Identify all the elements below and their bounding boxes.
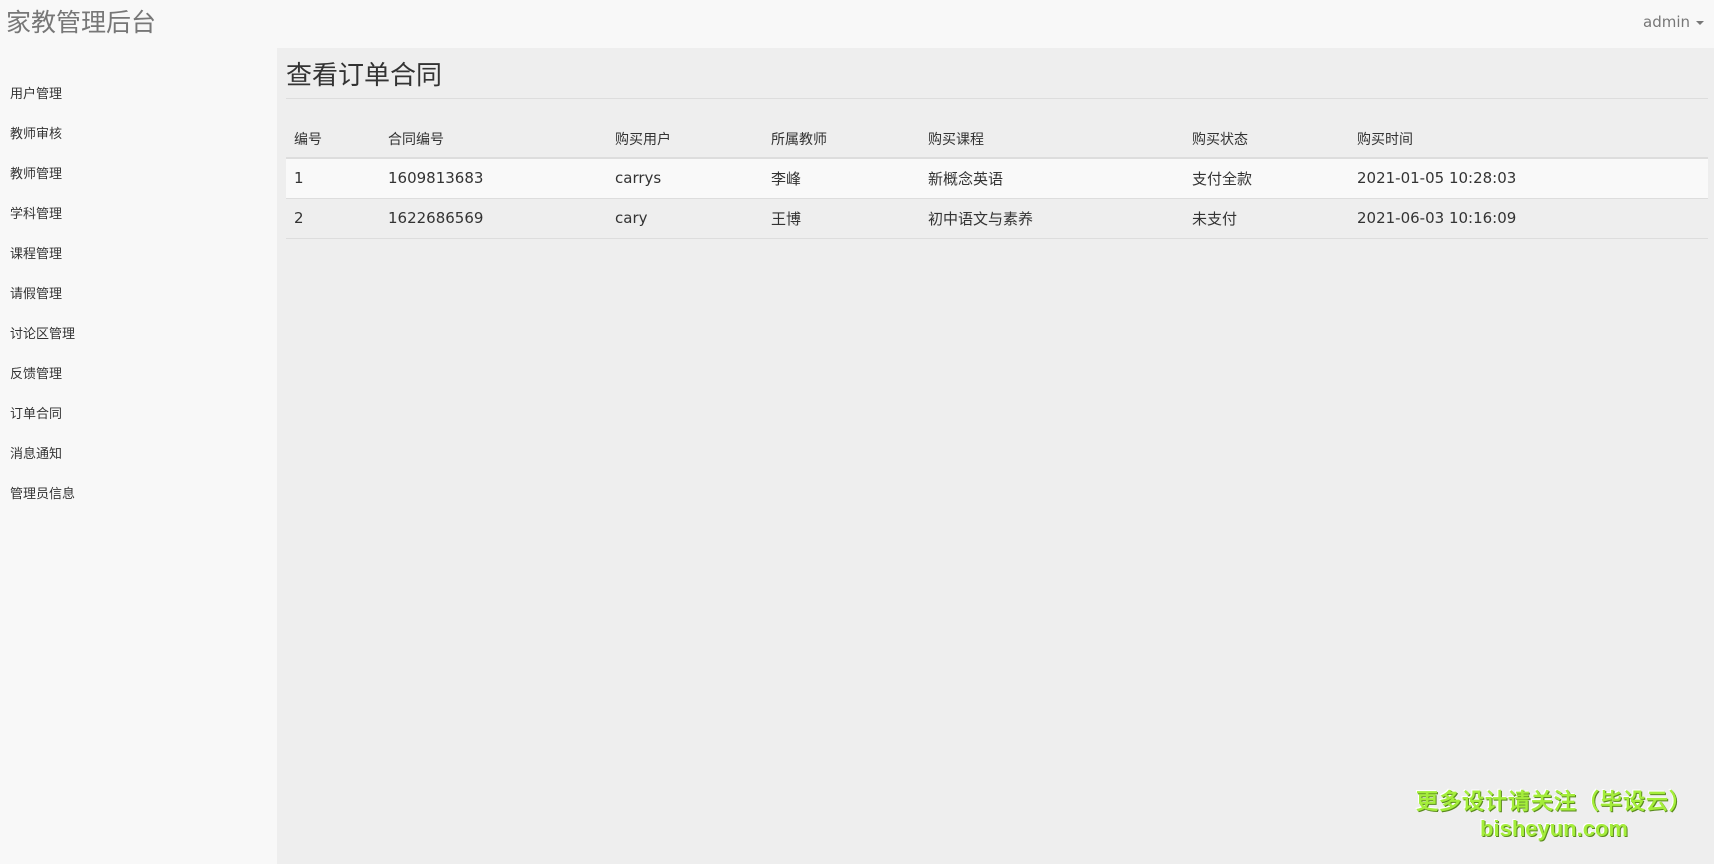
sidebar-item-teacher-review[interactable]: 教师审核 <box>0 115 277 155</box>
sidebar-item-notifications[interactable]: 消息通知 <box>0 435 277 475</box>
sidebar-menu: 用户管理 教师审核 教师管理 学科管理 课程管理 请假管理 讨论区管理 反馈管理… <box>0 48 277 515</box>
table-row: 2 1622686569 cary 王博 初中语文与素养 未支付 2021-06… <box>286 198 1708 239</box>
cell-id: 2 <box>286 198 380 239</box>
brand-title[interactable]: 家教管理后台 <box>6 6 156 40</box>
sidebar-item-order-contracts[interactable]: 订单合同 <box>0 395 277 435</box>
user-name: admin <box>1643 13 1690 31</box>
column-header-course: 购买课程 <box>920 120 1184 159</box>
watermark-text: 更多设计请关注（毕设云） <box>1415 789 1692 814</box>
column-header-status: 购买状态 <box>1184 120 1349 159</box>
sidebar: 用户管理 教师审核 教师管理 学科管理 课程管理 请假管理 讨论区管理 反馈管理… <box>0 48 277 864</box>
table-row: 1 1609813683 carrys 李峰 新概念英语 支付全款 2021-0… <box>286 158 1708 199</box>
cell-course: 初中语文与素养 <box>920 198 1184 239</box>
sidebar-item-admin-info[interactable]: 管理员信息 <box>0 475 277 515</box>
sidebar-item-feedback[interactable]: 反馈管理 <box>0 355 277 395</box>
cell-contract-no: 1609813683 <box>380 158 607 199</box>
cell-teacher: 王博 <box>763 198 920 239</box>
sidebar-item-leave[interactable]: 请假管理 <box>0 275 277 315</box>
column-header-time: 购买时间 <box>1349 120 1708 159</box>
cell-contract-no: 1622686569 <box>380 198 607 239</box>
column-header-contract-no: 合同编号 <box>380 120 607 159</box>
watermark-url: bisheyun.com <box>1480 816 1628 841</box>
column-header-buyer: 购买用户 <box>607 120 763 159</box>
caret-down-icon <box>1696 21 1704 25</box>
column-header-id: 编号 <box>286 120 380 159</box>
table-header-row: 编号 合同编号 购买用户 所属教师 购买课程 购买状态 购买时间 <box>286 120 1708 159</box>
top-navbar: 家教管理后台 admin <box>0 0 1714 48</box>
sidebar-item-subjects[interactable]: 学科管理 <box>0 195 277 235</box>
sidebar-item-users[interactable]: 用户管理 <box>0 75 277 115</box>
cell-status: 未支付 <box>1184 198 1349 239</box>
cell-teacher: 李峰 <box>763 158 920 199</box>
cell-course: 新概念英语 <box>920 158 1184 199</box>
cell-buyer: cary <box>607 198 763 239</box>
page-title: 查看订单合同 <box>286 48 1708 99</box>
watermark: 更多设计请关注（毕设云） bisheyun.com <box>1416 788 1692 842</box>
cell-time: 2021-01-05 10:28:03 <box>1349 158 1708 199</box>
cell-buyer: carrys <box>607 158 763 199</box>
cell-status: 支付全款 <box>1184 158 1349 199</box>
main-content: 查看订单合同 编号 合同编号 购买用户 所属教师 购买课程 购买状态 购买时间 <box>277 48 1714 864</box>
column-header-teacher: 所属教师 <box>763 120 920 159</box>
contracts-table: 编号 合同编号 购买用户 所属教师 购买课程 购买状态 购买时间 1 16098… <box>286 120 1708 239</box>
sidebar-item-teacher-management[interactable]: 教师管理 <box>0 155 277 195</box>
sidebar-item-forum[interactable]: 讨论区管理 <box>0 315 277 355</box>
sidebar-item-courses[interactable]: 课程管理 <box>0 235 277 275</box>
cell-id: 1 <box>286 158 380 199</box>
user-menu-dropdown[interactable]: admin <box>1643 12 1704 32</box>
cell-time: 2021-06-03 10:16:09 <box>1349 198 1708 239</box>
